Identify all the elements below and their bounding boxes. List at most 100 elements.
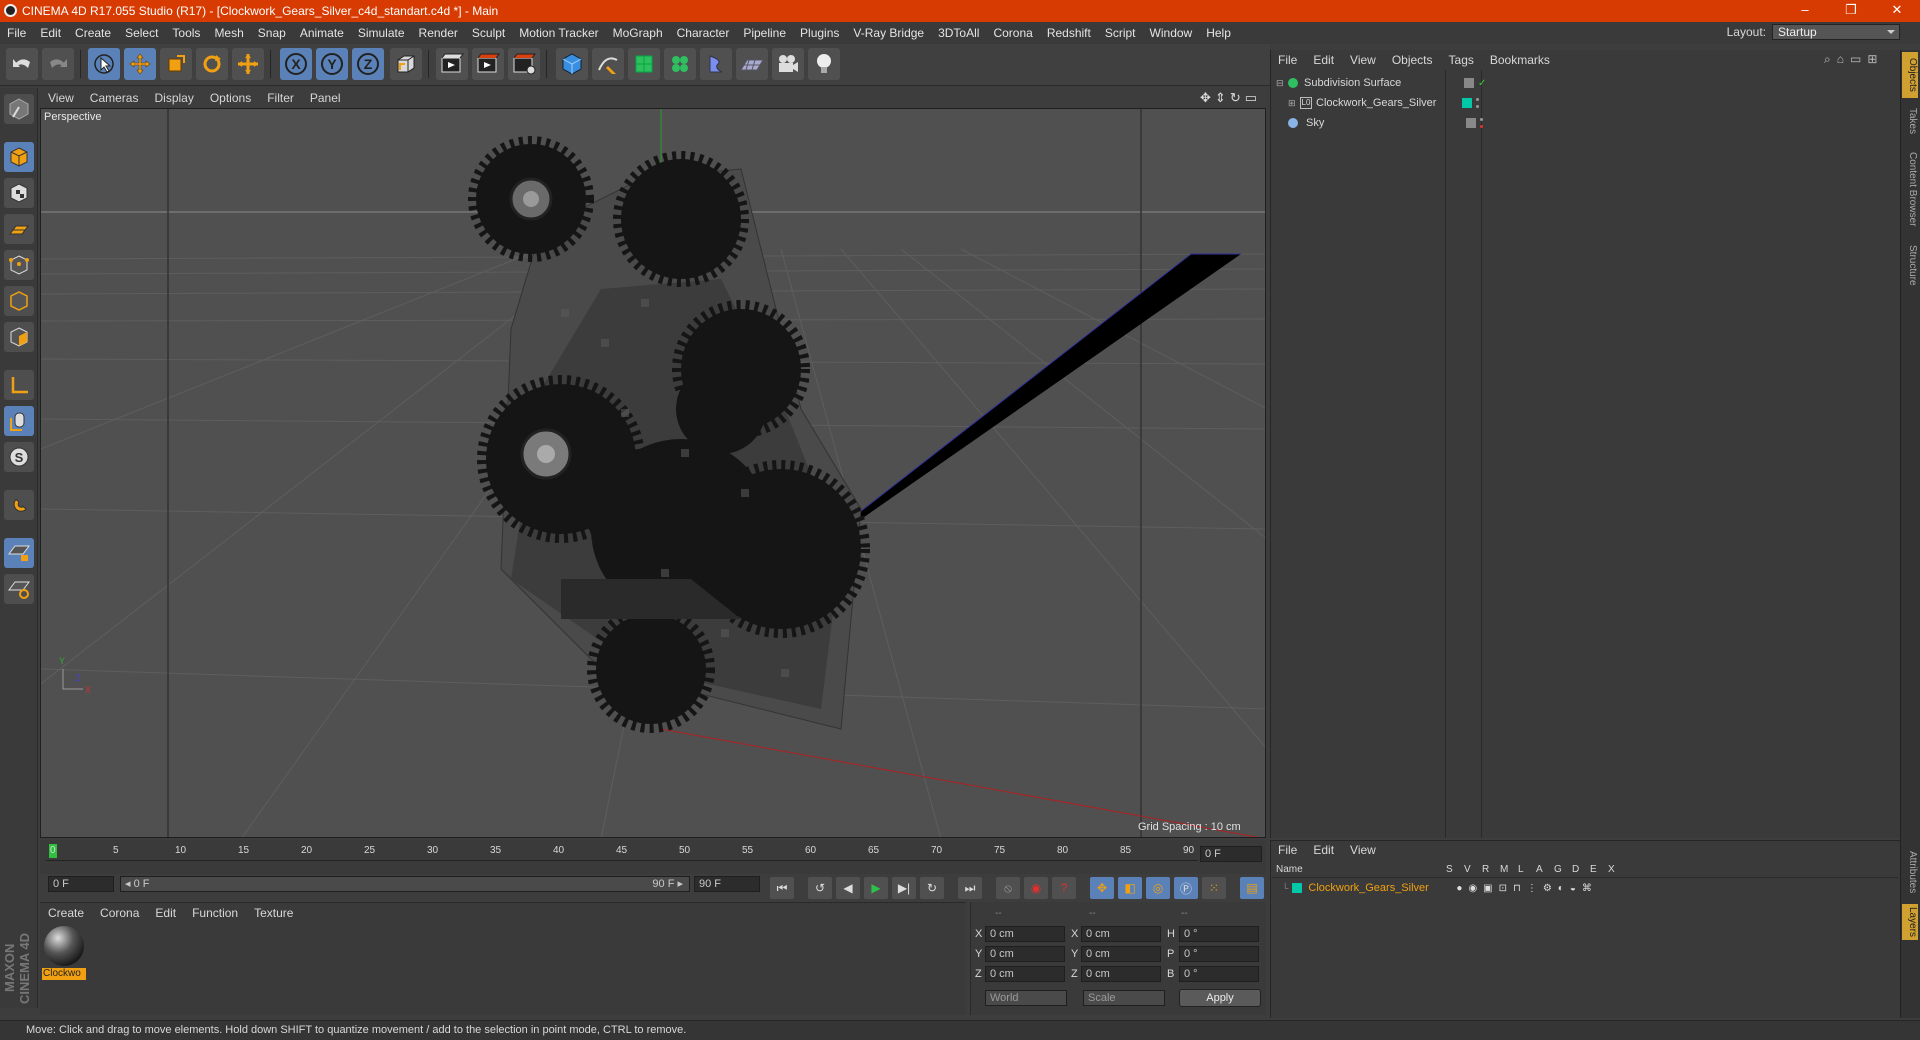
menu-motion-tracker[interactable]: Motion Tracker (512, 26, 605, 40)
material-swatch[interactable]: Clockwo (42, 926, 86, 982)
edges-mode-icon[interactable] (4, 286, 34, 316)
editor-visibility-icon[interactable] (1464, 78, 1474, 88)
viewport-menu-panel[interactable]: Panel (302, 91, 349, 105)
layers-menu-edit[interactable]: Edit (1305, 843, 1342, 857)
z-axis-icon[interactable]: Z (352, 48, 384, 80)
menu-tools[interactable]: Tools (165, 26, 207, 40)
enabled-check-icon[interactable]: ✓ (1478, 78, 1486, 89)
expand-icon[interactable]: ⊞ (1867, 52, 1877, 67)
render-picture-viewer-icon[interactable] (472, 48, 504, 80)
rotation-h-field[interactable]: 0 ° (1179, 926, 1259, 942)
objects-menu-objects[interactable]: Objects (1384, 53, 1441, 67)
object-row[interactable]: ⊞ L0 Clockwork_Gears_Silver (1272, 93, 1900, 113)
search-icon[interactable]: ⌕ (1824, 52, 1831, 67)
layer-name[interactable]: Clockwork_Gears_Silver (1308, 882, 1448, 894)
key-point-level-icon[interactable]: ⁙ (1202, 877, 1226, 899)
viewport-menu-cameras[interactable]: Cameras (82, 91, 147, 105)
layer-color-swatch[interactable] (1292, 883, 1303, 893)
menu-vray-bridge[interactable]: V-Ray Bridge (846, 26, 931, 40)
manager-icon[interactable]: ⊡ (1499, 883, 1507, 894)
deformer-icon[interactable]: ◐ (1558, 883, 1564, 894)
layout-dropdown[interactable]: Startup (1772, 24, 1900, 40)
next-key-icon[interactable]: ↻ (920, 877, 944, 899)
previous-frame-icon[interactable]: ◀ (836, 877, 860, 899)
scale-icon[interactable] (160, 48, 192, 80)
current-frame-field[interactable]: 0 F (1200, 846, 1262, 862)
y-axis-icon[interactable]: Y (316, 48, 348, 80)
menu-create[interactable]: Create (68, 26, 118, 40)
zoom-icon[interactable]: ⇕ (1215, 90, 1226, 106)
move-icon[interactable] (124, 48, 156, 80)
layer-row[interactable]: └ Clockwork_Gears_Silver ● ◉ ▣ ⊡ ⊓ ⋮ ⚙ ◐… (1272, 880, 1898, 896)
live-select-icon[interactable] (232, 48, 264, 80)
object-row[interactable]: Sky (1272, 113, 1900, 133)
perspective-viewport[interactable]: Y X Z (40, 108, 1266, 838)
menu-mesh[interactable]: Mesh (207, 26, 250, 40)
render-settings-icon[interactable] (508, 48, 540, 80)
expand-icon[interactable]: ⊞ (1288, 98, 1298, 109)
polygons-mode-icon[interactable] (4, 322, 34, 352)
record-keys-icon[interactable]: ⦸ (996, 877, 1020, 899)
visibility-dots-icon[interactable] (1480, 118, 1484, 128)
menu-redshift[interactable]: Redshift (1040, 26, 1098, 40)
menu-pipeline[interactable]: Pipeline (736, 26, 793, 40)
autokey-icon[interactable]: ◉ (1024, 877, 1048, 899)
frame-range-slider[interactable]: ◂ 0 F 90 F ▸ (120, 876, 690, 892)
material-menu-function[interactable]: Function (184, 906, 246, 920)
visibility-dots-icon[interactable] (1476, 98, 1480, 108)
orbit-icon[interactable]: ↻ (1230, 90, 1241, 106)
menu-corona[interactable]: Corona (986, 26, 1039, 40)
menu-script[interactable]: Script (1098, 26, 1143, 40)
redo-icon[interactable] (42, 48, 74, 80)
viewport-menu-view[interactable]: View (40, 91, 82, 105)
tab-objects[interactable]: Objects (1902, 52, 1918, 98)
menu-plugins[interactable]: Plugins (793, 26, 846, 40)
lock-icon[interactable]: ⊓ (1513, 883, 1521, 894)
workplane-lock-icon[interactable] (4, 538, 34, 568)
material-menu-texture[interactable]: Texture (246, 906, 301, 920)
menu-sculpt[interactable]: Sculpt (465, 26, 512, 40)
texture-mode-icon[interactable] (4, 178, 34, 208)
size-x-field[interactable]: 0 cm (1081, 926, 1161, 942)
previous-key-icon[interactable]: ↺ (808, 877, 832, 899)
layers-menu-view[interactable]: View (1342, 843, 1384, 857)
model-mode-icon[interactable] (4, 142, 34, 172)
planar-workplane-icon[interactable] (4, 574, 34, 604)
select-arrow-icon[interactable] (88, 48, 120, 80)
tweak-mode-icon[interactable] (4, 406, 34, 436)
pan-icon[interactable]: ✥ (1200, 90, 1211, 106)
cloner-icon[interactable] (664, 48, 696, 80)
menu-window[interactable]: Window (1143, 26, 1200, 40)
objects-menu-bookmarks[interactable]: Bookmarks (1482, 53, 1558, 67)
viewport-menu-filter[interactable]: Filter (259, 91, 302, 105)
light-icon[interactable] (808, 48, 840, 80)
rotation-b-field[interactable]: 0 ° (1179, 966, 1259, 982)
objects-menu-tags[interactable]: Tags (1441, 53, 1482, 67)
solo-icon[interactable]: ● (1456, 883, 1462, 894)
cube-primitive-icon[interactable] (556, 48, 588, 80)
start-frame-field[interactable]: 0 F (48, 876, 114, 892)
menu-render[interactable]: Render (412, 26, 465, 40)
clockwork-gears-model[interactable] (468, 136, 870, 733)
x-axis-icon[interactable]: X (280, 48, 312, 80)
maximize-button[interactable]: ❐ (1828, 0, 1874, 22)
snap-magnet-icon[interactable] (4, 490, 34, 520)
axis-mode-icon[interactable] (4, 370, 34, 400)
position-x-field[interactable]: 0 cm (985, 926, 1065, 942)
tab-content-browser[interactable]: Content Browser (1902, 146, 1918, 232)
object-row[interactable]: ⊟ Subdivision Surface ✓ (1272, 73, 1900, 93)
objects-menu-edit[interactable]: Edit (1305, 53, 1342, 67)
make-editable-icon[interactable] (4, 94, 34, 124)
timeline-ruler[interactable]: 0 5 10 15 20 25 30 35 40 45 50 55 60 65 … (40, 840, 1266, 874)
menu-edit[interactable]: Edit (33, 26, 68, 40)
editor-visibility-icon[interactable] (1466, 118, 1476, 128)
menu-select[interactable]: Select (118, 26, 165, 40)
viewport-menu-options[interactable]: Options (202, 91, 259, 105)
layer-color-icon[interactable] (1462, 98, 1472, 108)
next-frame-icon[interactable]: ▶| (892, 877, 916, 899)
key-position-icon[interactable]: ✥ (1090, 877, 1114, 899)
key-scale-icon[interactable]: ◧ (1118, 877, 1142, 899)
new-window-icon[interactable]: ▭ (1850, 52, 1861, 67)
view-eye-icon[interactable]: ◉ (1468, 883, 1477, 894)
go-to-start-icon[interactable]: ⏮ (770, 877, 794, 899)
